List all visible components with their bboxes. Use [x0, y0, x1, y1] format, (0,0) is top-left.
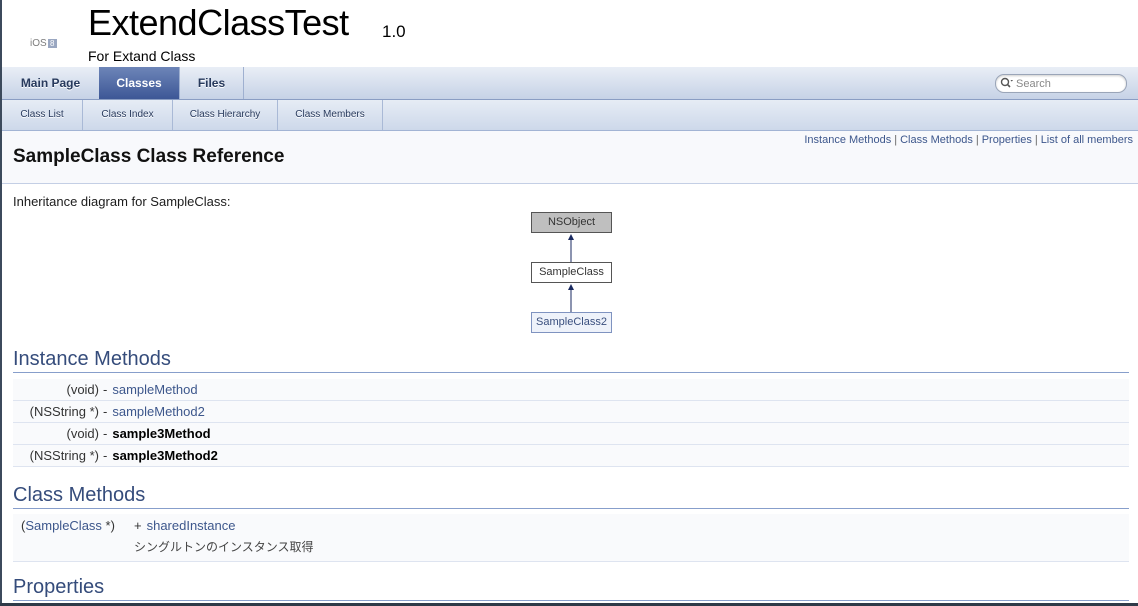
search-box[interactable] — [995, 74, 1127, 93]
method-return-type: (NSString *) — [29, 448, 99, 463]
project-brief: For Extand Class — [88, 48, 196, 64]
sub-tabs: Class List Class Index Class Hierarchy C… — [2, 100, 1138, 131]
method-row: (NSString *) - sampleMethod2 — [13, 401, 1129, 423]
tab-main-page[interactable]: Main Page — [2, 67, 100, 99]
method-return-type: (void) — [66, 426, 99, 441]
instance-methods-heading: Instance Methods — [13, 348, 1129, 373]
inheritance-arrow-icon — [568, 284, 574, 290]
project-name: ExtendClassTest — [88, 2, 349, 43]
logo-text: iOS — [30, 38, 47, 49]
summary-link-properties[interactable]: Properties — [982, 134, 1032, 146]
project-logo: iOS 8 — [30, 38, 57, 49]
diagram-node-subclass[interactable]: SampleClass2 — [531, 312, 612, 333]
method-return-type: (void) — [66, 382, 99, 397]
project-number: 1.0 — [382, 22, 406, 41]
logo-badge: 8 — [47, 39, 57, 48]
method-sign: - — [103, 382, 108, 397]
method-name-sample3method2: sample3Method2 — [112, 448, 218, 463]
class-method-return-type: (SampleClass *) — [21, 518, 115, 533]
class-method-row: (SampleClass *) + sharedInstance シングルトンのイ… — [13, 514, 1129, 562]
tab-classes[interactable]: Classes — [99, 67, 180, 99]
tab-class-index[interactable]: Class Index — [83, 100, 173, 130]
method-link-samplemethod2[interactable]: sampleMethod2 — [112, 404, 205, 419]
properties-heading: Properties — [13, 576, 1129, 601]
page-title: SampleClass Class Reference — [13, 146, 285, 167]
method-row: (void) - sample3Method — [13, 423, 1129, 445]
summary-link-all-members[interactable]: List of all members — [1041, 134, 1133, 146]
method-row: (NSString *) - sample3Method2 — [13, 445, 1129, 467]
diagram-node-nsobject: NSObject — [531, 212, 612, 233]
method-row: (void) - sampleMethod — [13, 379, 1129, 401]
method-link-samplemethod[interactable]: sampleMethod — [112, 382, 197, 397]
summary-links: Instance Methods | Class Methods | Propertie… — [804, 134, 1133, 146]
method-sign: - — [103, 448, 108, 463]
summary-link-instance-methods[interactable]: Instance Methods — [804, 134, 891, 146]
class-methods-heading: Class Methods — [13, 484, 1129, 509]
title-area: iOS 8 ExtendClassTest 1.0 For Extand Clas… — [2, 0, 1138, 68]
method-name-sample3method: sample3Method — [112, 426, 211, 441]
magnifier-icon[interactable] — [1000, 77, 1014, 89]
method-description: シングルトンのインスタンス取得 — [134, 540, 314, 554]
tab-files[interactable]: Files — [180, 67, 244, 99]
main-tabs: Main Page Classes Files — [2, 67, 1138, 100]
diagram-node-current-class: SampleClass — [531, 262, 612, 283]
method-sign: + — [134, 518, 142, 533]
summary-separator: | — [1034, 134, 1038, 146]
search-input[interactable] — [1016, 76, 1116, 91]
tab-class-list[interactable]: Class List — [2, 100, 83, 130]
paren-close: *) — [101, 518, 115, 533]
summary-separator: | — [894, 134, 898, 146]
inheritance-arrow-icon — [568, 234, 574, 240]
summary-link-class-methods[interactable]: Class Methods — [900, 134, 973, 146]
inheritance-diagram: NSObject SampleClass SampleClass2 — [520, 210, 630, 340]
tab-class-members[interactable]: Class Members — [278, 100, 383, 130]
summary-separator: | — [975, 134, 979, 146]
return-type-link-sampleclass[interactable]: SampleClass — [25, 518, 102, 533]
page-header: Instance Methods | Class Methods | Propertie… — [2, 131, 1138, 184]
method-return-type: (NSString *) — [29, 404, 99, 419]
tab-class-hierarchy[interactable]: Class Hierarchy — [173, 100, 278, 130]
method-link-sharedinstance[interactable]: sharedInstance — [147, 518, 236, 533]
inheritance-caption: Inheritance diagram for SampleClass: — [13, 194, 231, 209]
method-sign: - — [103, 426, 108, 441]
method-sign: - — [103, 404, 108, 419]
